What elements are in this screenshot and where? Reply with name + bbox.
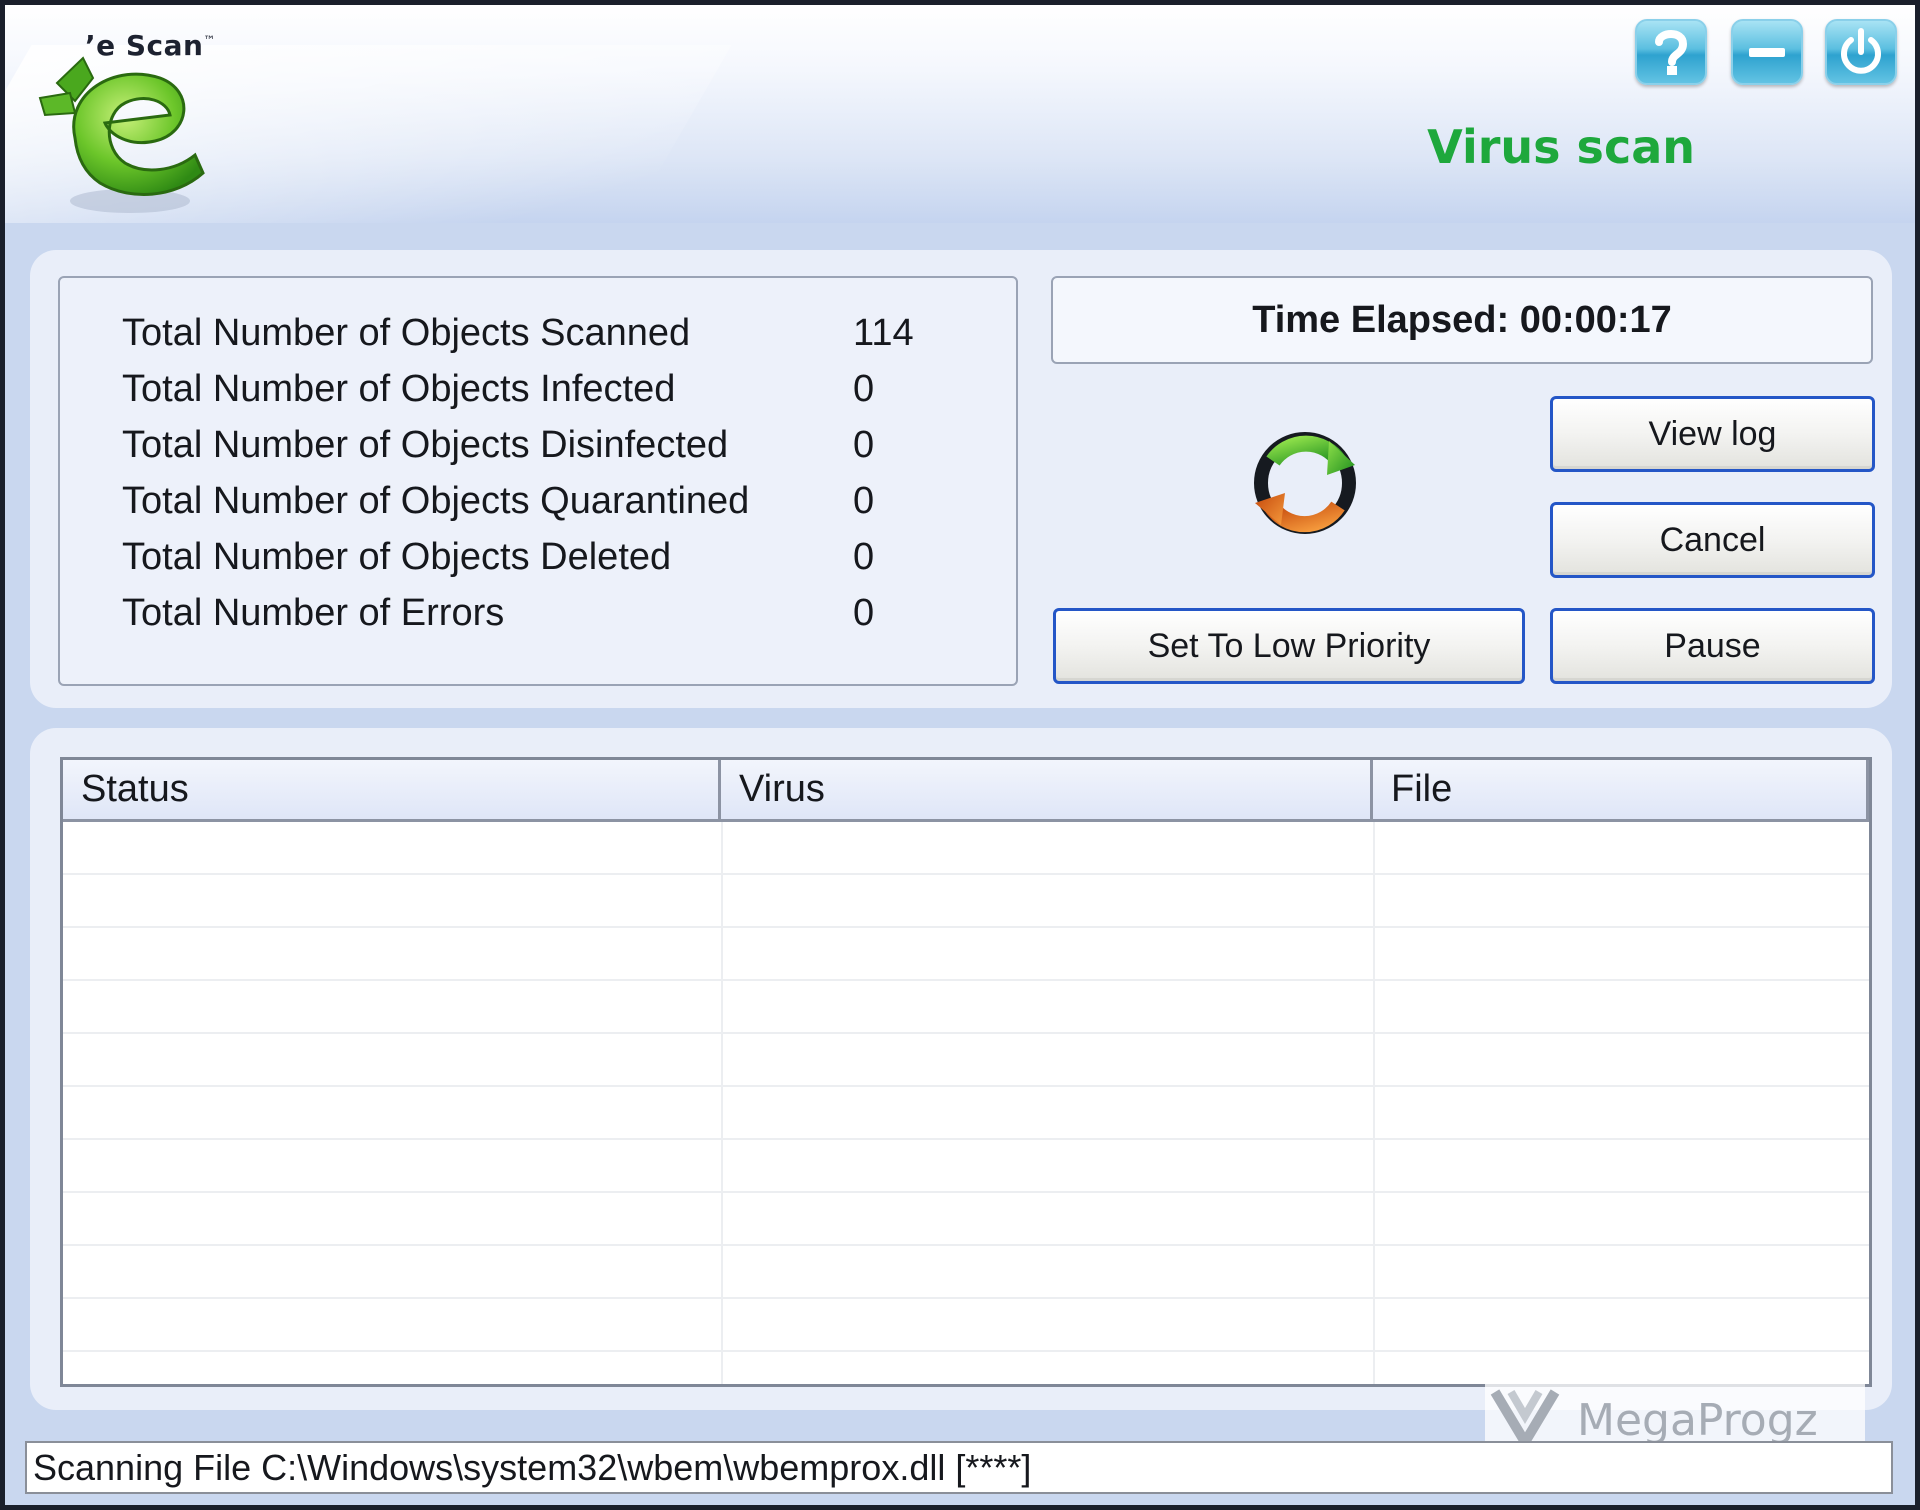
set-low-priority-button[interactable]: Set To Low Priority: [1053, 608, 1525, 684]
power-icon: [1841, 28, 1881, 74]
status-bar: Scanning File C:\Windows\system32\wbem\w…: [25, 1441, 1893, 1494]
header-bar: ’e Scan™ Virus scan: [5, 5, 1915, 223]
stat-quarantined-value: 0: [853, 480, 875, 522]
watermark-text: MegaProgz: [1577, 1394, 1818, 1446]
stat-scanned-value: 114: [853, 312, 914, 354]
minimize-button[interactable]: [1731, 19, 1803, 85]
stat-deleted-value: 0: [853, 536, 875, 578]
list-body: [63, 822, 1869, 1384]
stat-errors-value: 0: [853, 592, 875, 634]
time-elapsed: Time Elapsed: 00:00:17: [1051, 276, 1873, 364]
scan-results-list[interactable]: Status Virus File: [60, 757, 1872, 1387]
stat-disinfected-value: 0: [853, 424, 875, 466]
stat-infected-value: 0: [853, 368, 875, 410]
scan-statistics-box: Total Number of Objects Scanned 114 Tota…: [58, 276, 1018, 686]
pause-button[interactable]: Pause: [1550, 608, 1875, 684]
stat-disinfected-label: Total Number of Objects Disinfected: [122, 424, 729, 466]
power-button[interactable]: [1825, 19, 1897, 85]
column-divider: [721, 822, 723, 1384]
stat-scanned-label: Total Number of Objects Scanned: [122, 312, 691, 354]
page-title: Virus scan: [1427, 120, 1695, 174]
scanning-progress-icon: [1254, 432, 1356, 534]
escan-window: ’e Scan™ Virus scan Total Number of Obje…: [0, 0, 1920, 1510]
column-header-status[interactable]: Status: [63, 760, 721, 822]
cancel-button[interactable]: Cancel: [1550, 502, 1875, 578]
list-header: Status Virus File: [63, 760, 1869, 822]
column-header-virus[interactable]: Virus: [721, 760, 1373, 822]
column-divider: [1373, 822, 1375, 1384]
stat-infected-label: Total Number of Objects Infected: [122, 368, 676, 410]
logo-text: ’e Scan™: [85, 29, 216, 62]
column-header-file[interactable]: File: [1373, 760, 1869, 822]
stat-errors-label: Total Number of Errors: [122, 592, 505, 634]
question-mark-icon: [1655, 30, 1688, 75]
stat-deleted-label: Total Number of Objects Deleted: [122, 536, 672, 578]
help-button[interactable]: [1635, 19, 1707, 85]
stat-quarantined-label: Total Number of Objects Quarantined: [122, 480, 750, 522]
minimize-icon: [1749, 48, 1785, 57]
view-log-button[interactable]: View log: [1550, 396, 1875, 472]
